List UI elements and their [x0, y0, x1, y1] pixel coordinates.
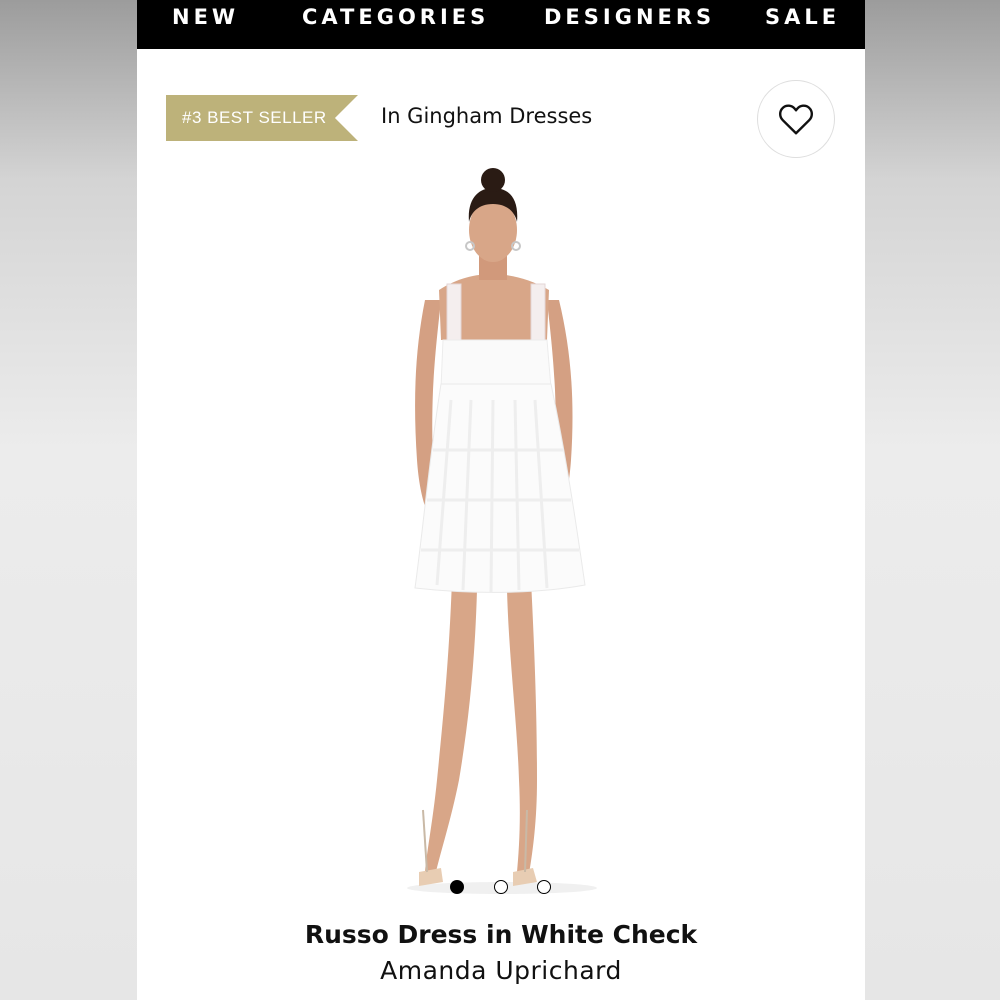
carousel-dot-2[interactable]	[494, 880, 508, 894]
carousel-dot-1[interactable]	[450, 880, 464, 894]
heart-icon	[778, 104, 814, 135]
nav-item-sale[interactable]: SALE	[765, 5, 840, 29]
nav-item-designers[interactable]: DESIGNERS	[544, 5, 715, 29]
nav-item-categories[interactable]: CATEGORIES	[302, 5, 489, 29]
product-designer[interactable]: Amanda Uprichard	[137, 956, 865, 985]
product-image[interactable]	[367, 160, 637, 900]
top-nav: NEW CATEGORIES DESIGNERS SALE	[137, 0, 865, 49]
favorite-button[interactable]	[757, 80, 835, 158]
carousel-dot-3[interactable]	[537, 880, 551, 894]
carousel-dots	[137, 880, 865, 896]
best-seller-category[interactable]: In Gingham Dresses	[381, 104, 592, 128]
product-page: NEW CATEGORIES DESIGNERS SALE #3 BEST SE…	[137, 0, 865, 1000]
product-title[interactable]: Russo Dress in White Check	[137, 920, 865, 949]
best-seller-badge: #3 BEST SELLER	[166, 95, 358, 141]
nav-item-new[interactable]: NEW	[172, 5, 239, 29]
